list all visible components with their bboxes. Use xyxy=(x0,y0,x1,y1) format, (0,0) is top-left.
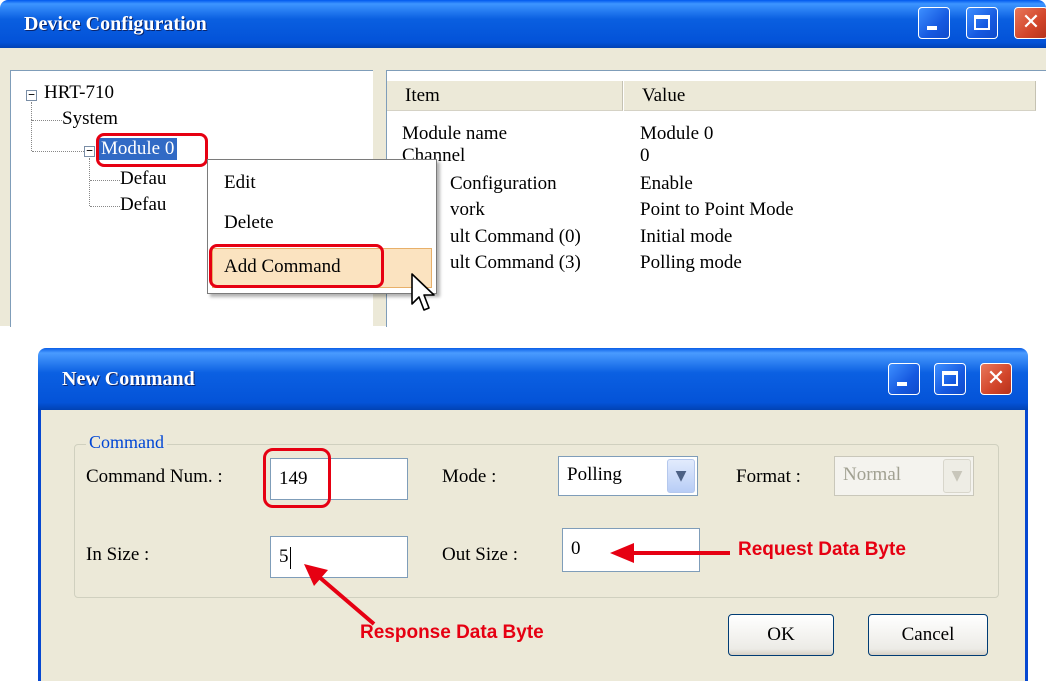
new-command-title: New Command xyxy=(62,368,195,390)
tree-node-default-command-0[interactable]: Defau xyxy=(120,168,166,190)
menu-item-edit[interactable]: Edit xyxy=(224,172,256,194)
request-data-byte-annotation: Request Data Byte xyxy=(738,539,906,560)
list-item-value: Module 0 xyxy=(640,123,714,144)
arrow-up-left-icon xyxy=(304,564,376,626)
minimize-icon xyxy=(897,382,907,386)
close-icon: ✕ xyxy=(986,366,1006,391)
list-item-value: 0 xyxy=(640,145,650,166)
cancel-button[interactable]: Cancel xyxy=(868,614,988,656)
collapse-icon[interactable]: − xyxy=(26,89,37,101)
in-size-value: 5 xyxy=(279,546,289,567)
chevron-down-icon[interactable]: ▼ xyxy=(667,459,695,493)
close-button[interactable]: ✕ xyxy=(980,363,1012,395)
tree-line xyxy=(31,120,32,151)
in-size-label: In Size : xyxy=(86,544,150,565)
tree-line xyxy=(31,102,32,120)
close-button[interactable]: ✕ xyxy=(1014,7,1046,39)
text-cursor xyxy=(289,546,291,569)
minimize-button[interactable] xyxy=(918,7,950,39)
tree-line xyxy=(32,120,62,121)
mode-select-value: Polling xyxy=(567,464,622,485)
mouse-pointer-icon xyxy=(411,273,435,311)
tree-node-system[interactable]: System xyxy=(62,108,118,130)
list-item-name: ult Command (0) xyxy=(450,226,581,247)
tree-line xyxy=(89,158,90,206)
module-highlight-box xyxy=(96,133,208,167)
maximize-icon xyxy=(942,371,958,386)
list-item-name: ult Command (3) xyxy=(450,252,581,273)
ok-button[interactable]: OK xyxy=(728,614,834,656)
menu-item-delete[interactable]: Delete xyxy=(224,212,274,234)
column-header-value[interactable]: Value xyxy=(624,81,1036,111)
add-command-highlight-box xyxy=(209,244,384,288)
arrow-left-icon xyxy=(610,543,730,563)
column-header-item[interactable]: Item xyxy=(387,81,623,111)
response-data-byte-annotation: Response Data Byte xyxy=(360,622,544,643)
minimize-button[interactable] xyxy=(888,363,920,395)
tree-line xyxy=(32,151,84,152)
command-num-label: Command Num. : xyxy=(86,466,223,487)
list-item-value: Enable xyxy=(640,173,693,194)
collapse-icon[interactable]: − xyxy=(84,145,95,157)
device-config-title-bar[interactable]: Device Configuration ✕ xyxy=(0,0,1046,48)
list-item-value: Point to Point Mode xyxy=(640,199,794,220)
list-item-name: vork xyxy=(450,199,485,220)
close-icon: ✕ xyxy=(1021,10,1041,35)
format-label: Format : xyxy=(736,466,801,487)
maximize-button[interactable] xyxy=(934,363,966,395)
mode-label: Mode : xyxy=(442,466,497,487)
list-item-value: Polling mode xyxy=(640,252,742,273)
list-item-name: Module name xyxy=(402,123,508,144)
chevron-down-icon[interactable]: ▼ xyxy=(943,459,971,493)
command-group-label: Command xyxy=(86,432,167,453)
maximize-icon xyxy=(974,15,990,30)
list-item-name: Configuration xyxy=(450,173,557,194)
format-select-value: Normal xyxy=(843,464,902,485)
command-num-highlight-box xyxy=(263,448,331,508)
format-select[interactable]: Normal ▼ xyxy=(834,456,974,496)
list-item-value: Initial mode xyxy=(640,226,733,247)
tree-node-default-command-3[interactable]: Defau xyxy=(120,194,166,216)
maximize-button[interactable] xyxy=(966,7,998,39)
device-config-title: Device Configuration xyxy=(24,13,207,35)
new-command-title-bar[interactable]: New Command ✕ xyxy=(38,348,1028,410)
out-size-label: Out Size : xyxy=(442,544,518,565)
mode-select[interactable]: Polling ▼ xyxy=(558,456,698,496)
minimize-icon xyxy=(927,26,937,30)
tree-line xyxy=(90,206,120,207)
tree-line xyxy=(90,180,120,181)
tree-node-hrt-710[interactable]: HRT-710 xyxy=(44,82,114,104)
